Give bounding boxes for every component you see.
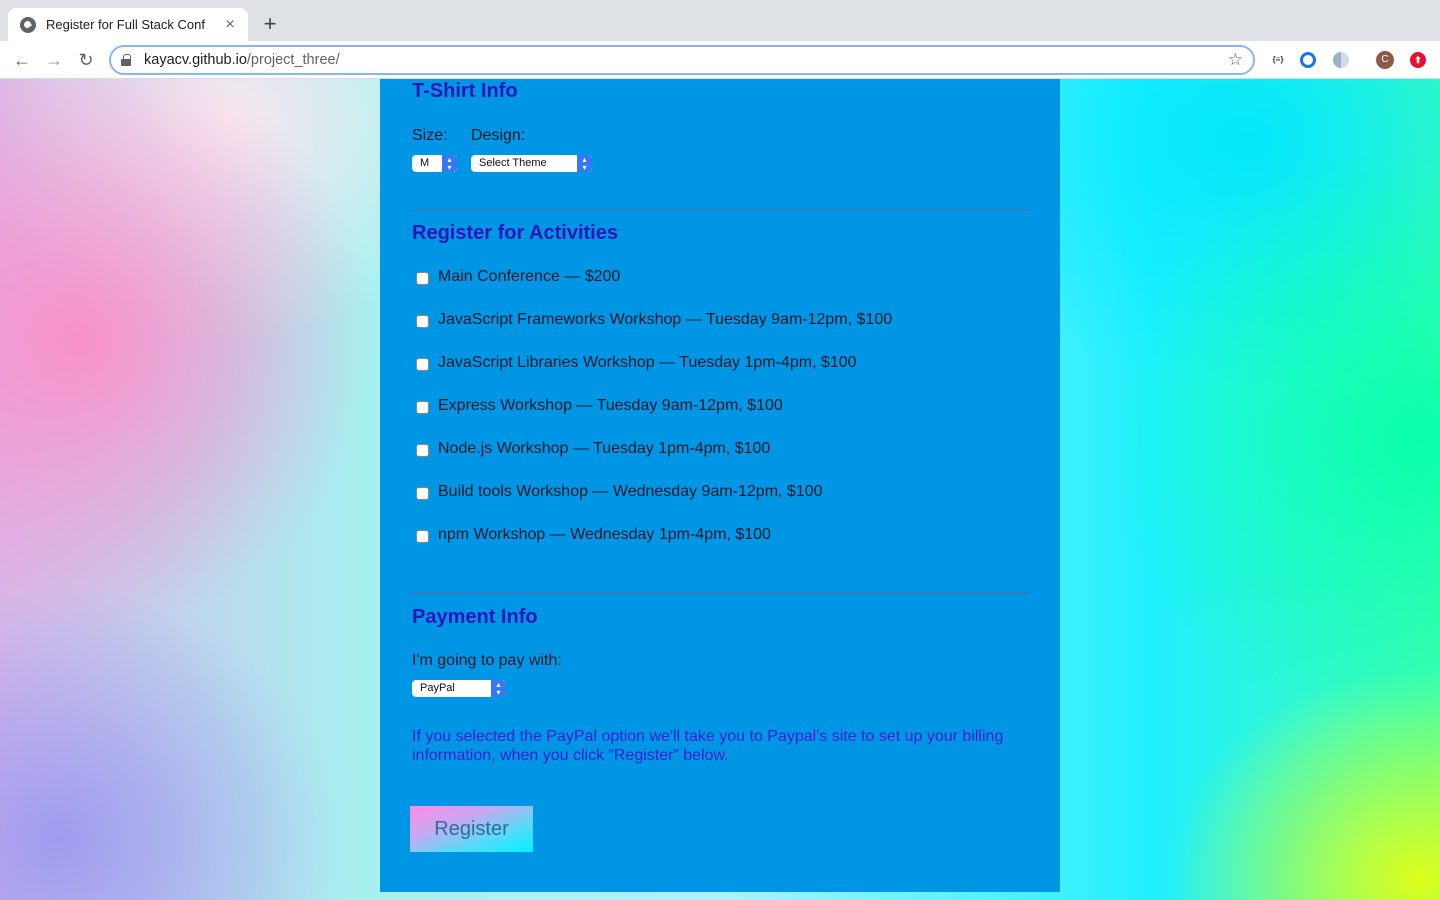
url-host: kayacv.github.io [144,52,247,68]
activity-item[interactable]: Node.js Workshop — Tuesday 1pm-4pm, $100 [416,440,770,458]
lock-icon[interactable] [121,54,131,66]
payment-section-title: Payment Info [412,606,538,628]
tab-title: Register for Full Stack Conf [46,17,205,32]
activity-checkbox[interactable] [416,271,429,285]
close-tab-icon[interactable]: × [222,16,238,33]
forward-icon[interactable]: → [42,48,66,72]
activity-checkbox[interactable] [416,443,429,457]
activity-item[interactable]: JavaScript Libraries Workshop — Tuesday … [416,354,857,372]
section-divider [412,592,1028,594]
json-viewer-extension-icon[interactable]: {≡} [1268,52,1288,68]
activity-label: Main Conference — $200 [438,268,621,285]
activity-item[interactable]: JavaScript Frameworks Workshop — Tuesday… [416,311,892,329]
payment-method-label: I'm going to pay with: [412,652,562,669]
payment-select-value: PayPal [420,682,455,694]
activity-label: Build tools Workshop — Wednesday 9am-12p… [438,483,823,500]
activity-item[interactable]: Build tools Workshop — Wednesday 9am-12p… [416,483,823,501]
size-select-value: M [420,157,430,169]
section-divider [412,209,1028,211]
activities-section-title: Register for Activities [412,222,618,244]
size-label: Size: [412,127,448,144]
activity-label: Express Workshop — Tuesday 9am-12pm, $10… [438,397,783,414]
url-path: /project_three/ [246,52,340,68]
activity-item[interactable]: npm Workshop — Wednesday 1pm-4pm, $100 [416,526,771,544]
dark-mode-extension-icon[interactable] [1333,52,1349,68]
design-label: Design: [471,127,526,144]
activity-checkbox[interactable] [416,486,429,500]
activity-label: npm Workshop — Wednesday 1pm-4pm, $100 [438,526,771,543]
register-button[interactable]: Register [410,806,533,852]
activity-item[interactable]: Express Workshop — Tuesday 9am-12pm, $10… [416,397,783,415]
browser-tab[interactable]: Register for Full Stack Conf × [8,8,248,41]
select-chevron-icon: ▴ ▾ [491,680,506,697]
paypal-info-text: If you selected the PayPal option we'll … [412,728,1004,764]
activity-checkbox[interactable] [416,357,429,371]
registration-form: T-Shirt Info Size: Design: M ▴ ▾ Select T… [380,79,1060,892]
profile-avatar[interactable]: C [1376,51,1394,69]
bookmark-star-icon[interactable]: ☆ [1228,50,1243,70]
activity-label: JavaScript Frameworks Workshop — Tuesday… [438,311,893,328]
reload-icon[interactable]: ↻ [74,48,98,72]
browser-tab-strip: Register for Full Stack Conf × + [0,0,1440,41]
select-chevron-icon: ▴ ▾ [577,155,592,172]
activity-checkbox[interactable] [416,314,429,328]
address-bar[interactable]: kayacv.github.io/project_three/ ☆ [109,45,1255,75]
activity-checkbox[interactable] [416,529,429,543]
activity-label: JavaScript Libraries Workshop — Tuesday … [438,354,857,371]
activity-checkbox[interactable] [416,400,429,414]
page-background: T-Shirt Info Size: Design: M ▴ ▾ Select T… [0,79,1440,900]
design-select-value: Select Theme [479,157,547,169]
new-tab-button[interactable]: + [258,12,282,36]
size-select[interactable]: M ▴ ▾ [412,155,457,172]
activity-item[interactable]: Main Conference — $200 [416,268,620,286]
activity-label: Node.js Workshop — Tuesday 1pm-4pm, $100 [438,440,771,457]
select-chevron-icon: ▴ ▾ [442,155,457,172]
design-select[interactable]: Select Theme ▴ ▾ [471,155,592,172]
browser-toolbar: ← → ↻ kayacv.github.io/project_three/ ☆ … [0,41,1440,79]
back-icon[interactable]: ← [10,48,34,72]
payment-method-select[interactable]: PayPal ▴ ▾ [412,680,506,697]
tshirt-section-title: T-Shirt Info [412,80,518,102]
globe-favicon-icon [20,16,36,33]
update-extension-icon[interactable]: ⬆ [1410,52,1426,68]
ring-extension-icon[interactable] [1300,52,1316,68]
